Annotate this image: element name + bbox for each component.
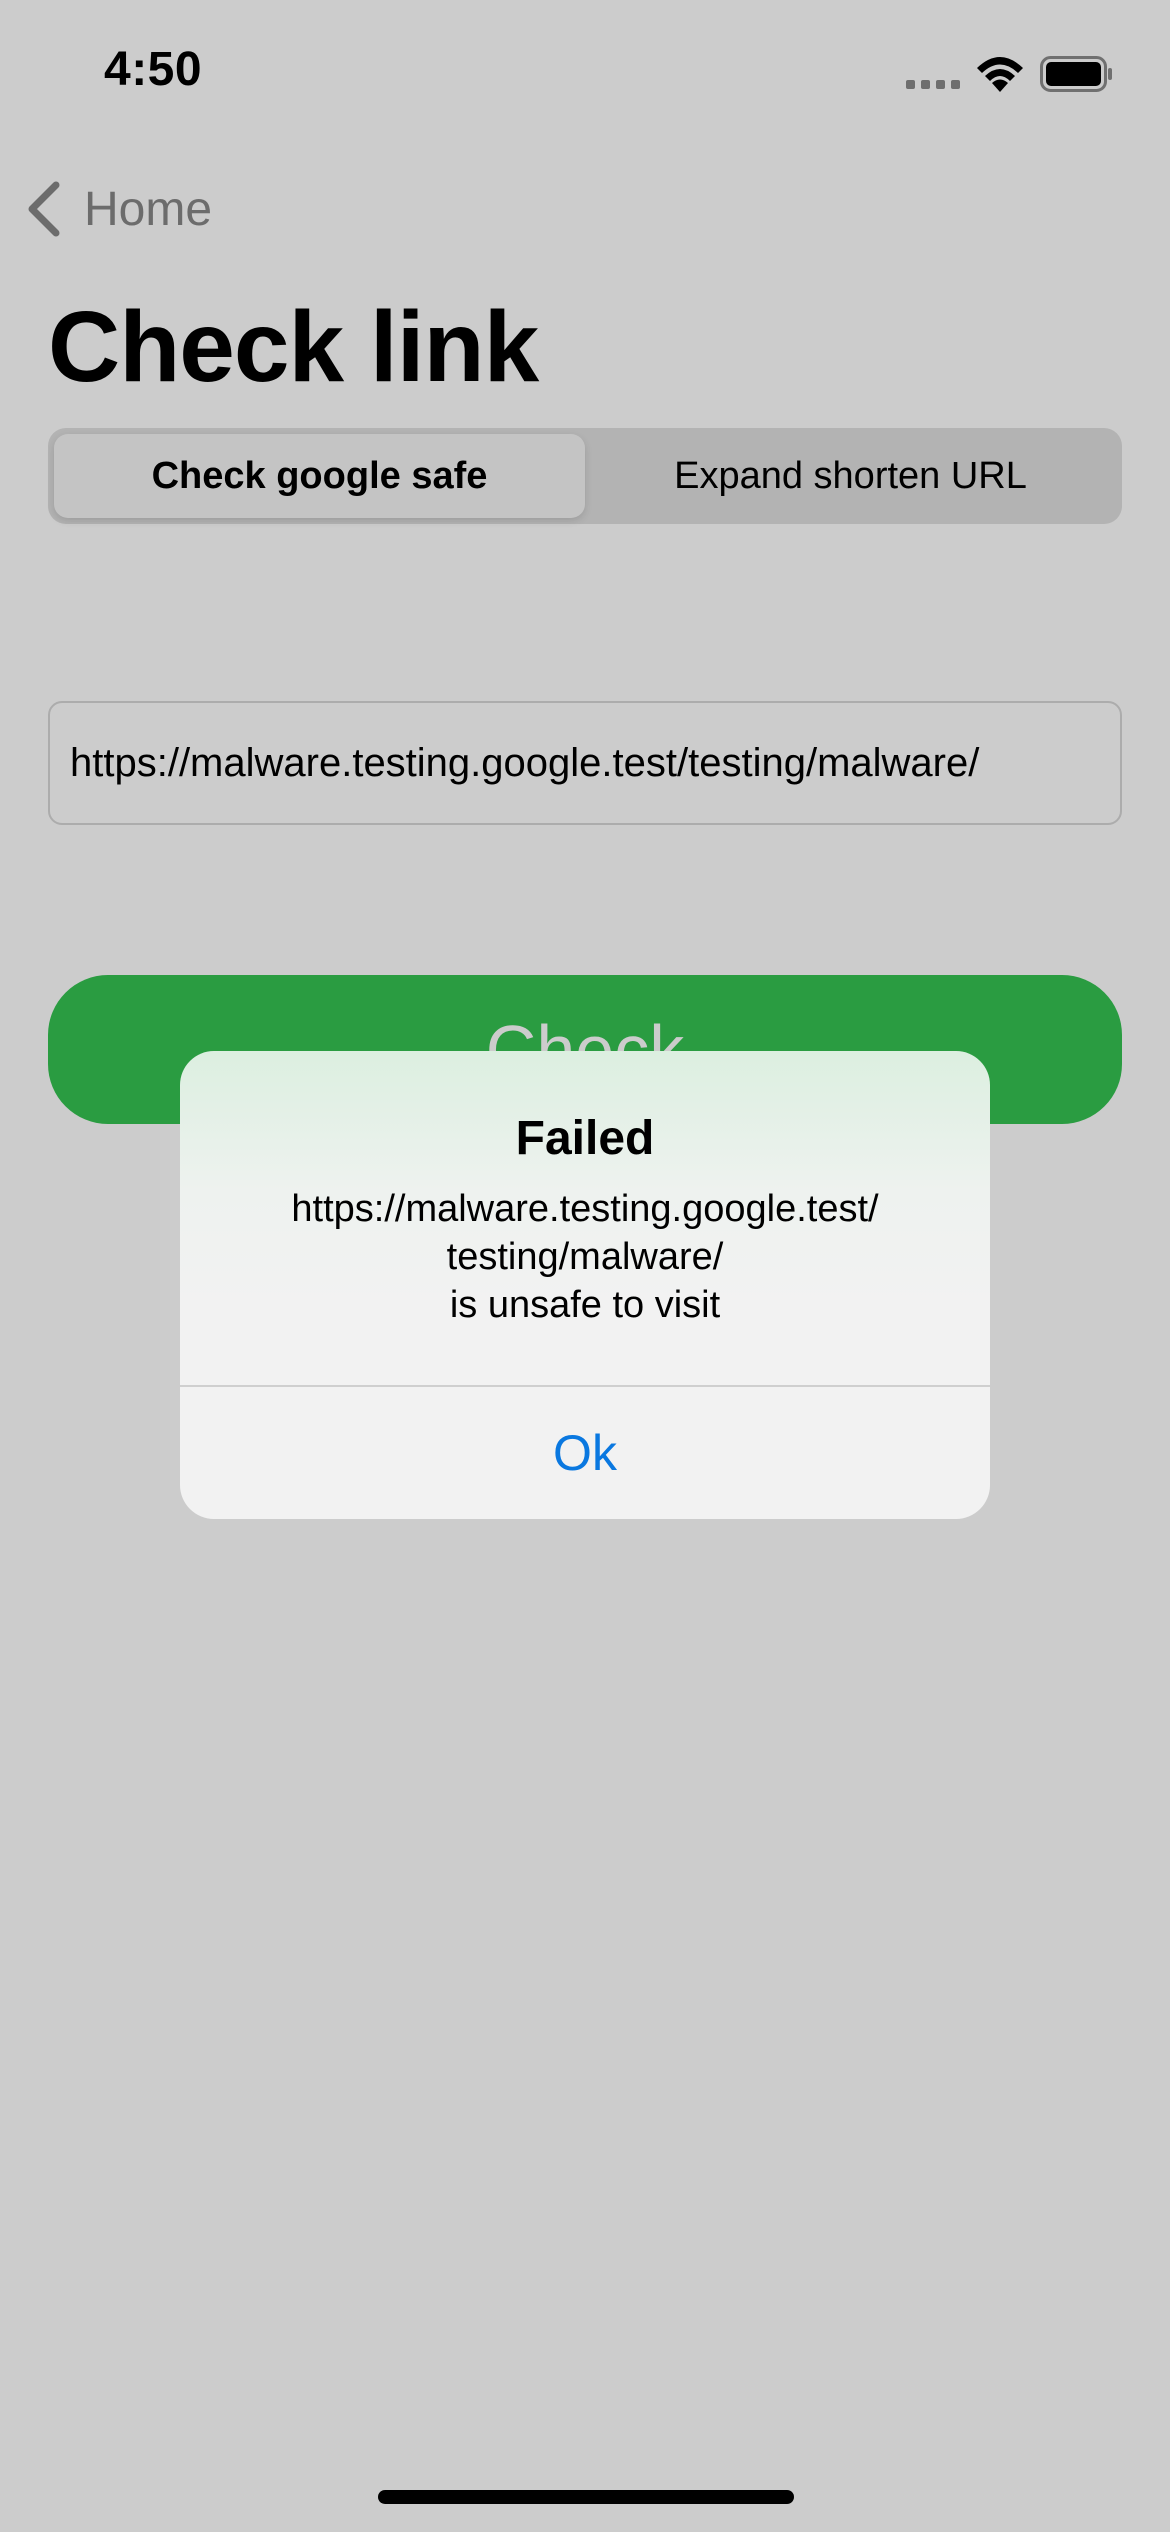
alert-message: https://malware.testing.google.test/ tes… <box>220 1185 950 1329</box>
ok-button[interactable]: Ok <box>180 1387 990 1519</box>
alert-message-line: https://malware.testing.google.test/ <box>291 1188 879 1230</box>
app-screen: 4:50 Home Check link Check google safe E… <box>0 0 1170 2532</box>
alert-dialog: Failed https://malware.testing.google.te… <box>180 1051 990 1519</box>
alert-message-line: testing/malware/ <box>446 1236 724 1278</box>
home-indicator[interactable] <box>378 2490 794 2504</box>
alert-message-line: is unsafe to visit <box>449 1284 721 1326</box>
alert-title: Failed <box>515 1112 655 1165</box>
